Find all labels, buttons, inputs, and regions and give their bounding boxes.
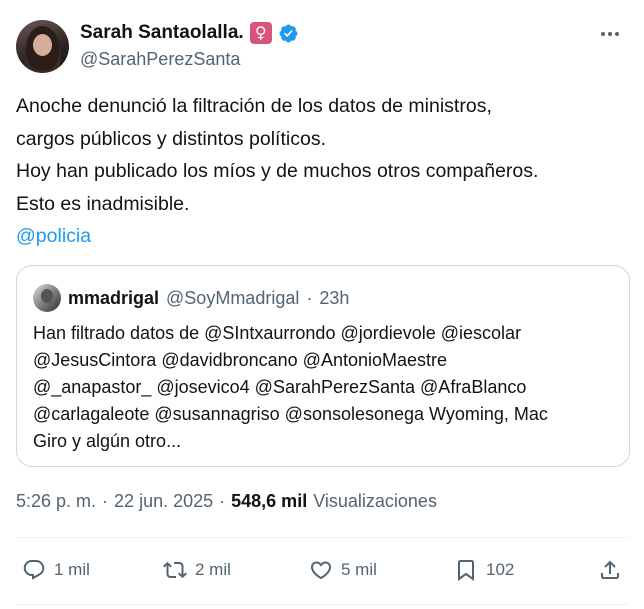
tweet-header: Sarah Santaolalla. ♀ @SarahPerezSanta [16, 18, 628, 74]
divider [16, 537, 628, 538]
retweet-icon [163, 561, 187, 579]
tweet-date[interactable]: 22 jun. 2025 [114, 491, 213, 512]
separator-dot: · [102, 491, 109, 511]
more-options-icon[interactable] [598, 24, 622, 44]
retweet-count: 2 mil [195, 560, 231, 579]
quoted-author-avatar [33, 284, 61, 312]
mention-link[interactable]: @policia [16, 220, 628, 253]
author-display-name[interactable]: Sarah Santaolalla. [80, 22, 244, 44]
quoted-author-handle: @SoyMmadrigal [166, 287, 300, 308]
views-label: Visualizaciones [313, 491, 437, 511]
retweet-button[interactable]: 2 mil [163, 552, 231, 588]
like-count: 5 mil [341, 560, 377, 579]
separator-dot: · [219, 491, 226, 511]
views-count: 548,6 mil [231, 491, 308, 511]
quoted-tweet[interactable]: mmadrigal @SoyMmadrigal · 23h Han filtra… [16, 265, 630, 467]
reply-count: 1 mil [54, 560, 90, 579]
bookmark-count: 102 [486, 560, 515, 579]
bookmark-button[interactable]: 102 [454, 552, 514, 588]
reply-icon [23, 560, 45, 580]
tweet-text-line: Hoy han publicado los míos y de muchos o… [16, 160, 539, 182]
heart-icon [310, 561, 332, 580]
quoted-text-line: @carlagaleote @susannagriso @sonsolesone… [33, 404, 548, 424]
quoted-text-line: Giro y algún otro... [33, 431, 182, 451]
quoted-author-name: mmadrigal [68, 287, 160, 308]
tweet-text-line: cargos públicos y distintos políticos. [16, 127, 326, 150]
quoted-text-line: @_anapastor_ @josevico4 @SarahPerezSanta… [33, 377, 527, 397]
tweet-text-line: Esto es inadmisible. [16, 192, 190, 215]
quoted-text-line: Han filtrado datos de @SIntxaurrondo @jo… [33, 323, 522, 343]
bookmark-icon [458, 560, 474, 581]
tweet-metadata: 5:26 p. m. · 22 jun. 2025 · 548,6 mil Vi… [16, 491, 437, 512]
author-name-row: Sarah Santaolalla. ♀ [80, 22, 299, 44]
share-icon [601, 560, 619, 579]
divider [16, 604, 628, 605]
tweet-time[interactable]: 5:26 p. m. [16, 491, 96, 512]
tweet-text-line: Anoche denunció la filtración de los dat… [16, 95, 492, 117]
like-button[interactable]: 5 mil [309, 552, 377, 588]
share-button[interactable] [598, 552, 622, 588]
reply-button[interactable]: 1 mil [22, 552, 90, 588]
female-sign-icon: ♀ [249, 22, 272, 44]
quoted-text-line: @JesusCintora @davidbroncano @AntonioMae… [33, 350, 448, 370]
quoted-tweet-header: mmadrigal @SoyMmadrigal · 23h [33, 284, 349, 312]
tweet-text: Anoche denunció la filtración de los dat… [16, 90, 628, 253]
verified-badge-icon [279, 24, 298, 42]
separator-dot: · [306, 287, 313, 308]
author-avatar[interactable] [16, 20, 69, 73]
quoted-tweet-text: Han filtrado datos de @SIntxaurrondo @jo… [33, 320, 613, 455]
quoted-tweet-time: 23h [319, 287, 350, 308]
action-bar: 1 mil 2 mil 5 mil 102 [0, 552, 644, 588]
author-handle[interactable]: @SarahPerezSanta [80, 49, 240, 70]
